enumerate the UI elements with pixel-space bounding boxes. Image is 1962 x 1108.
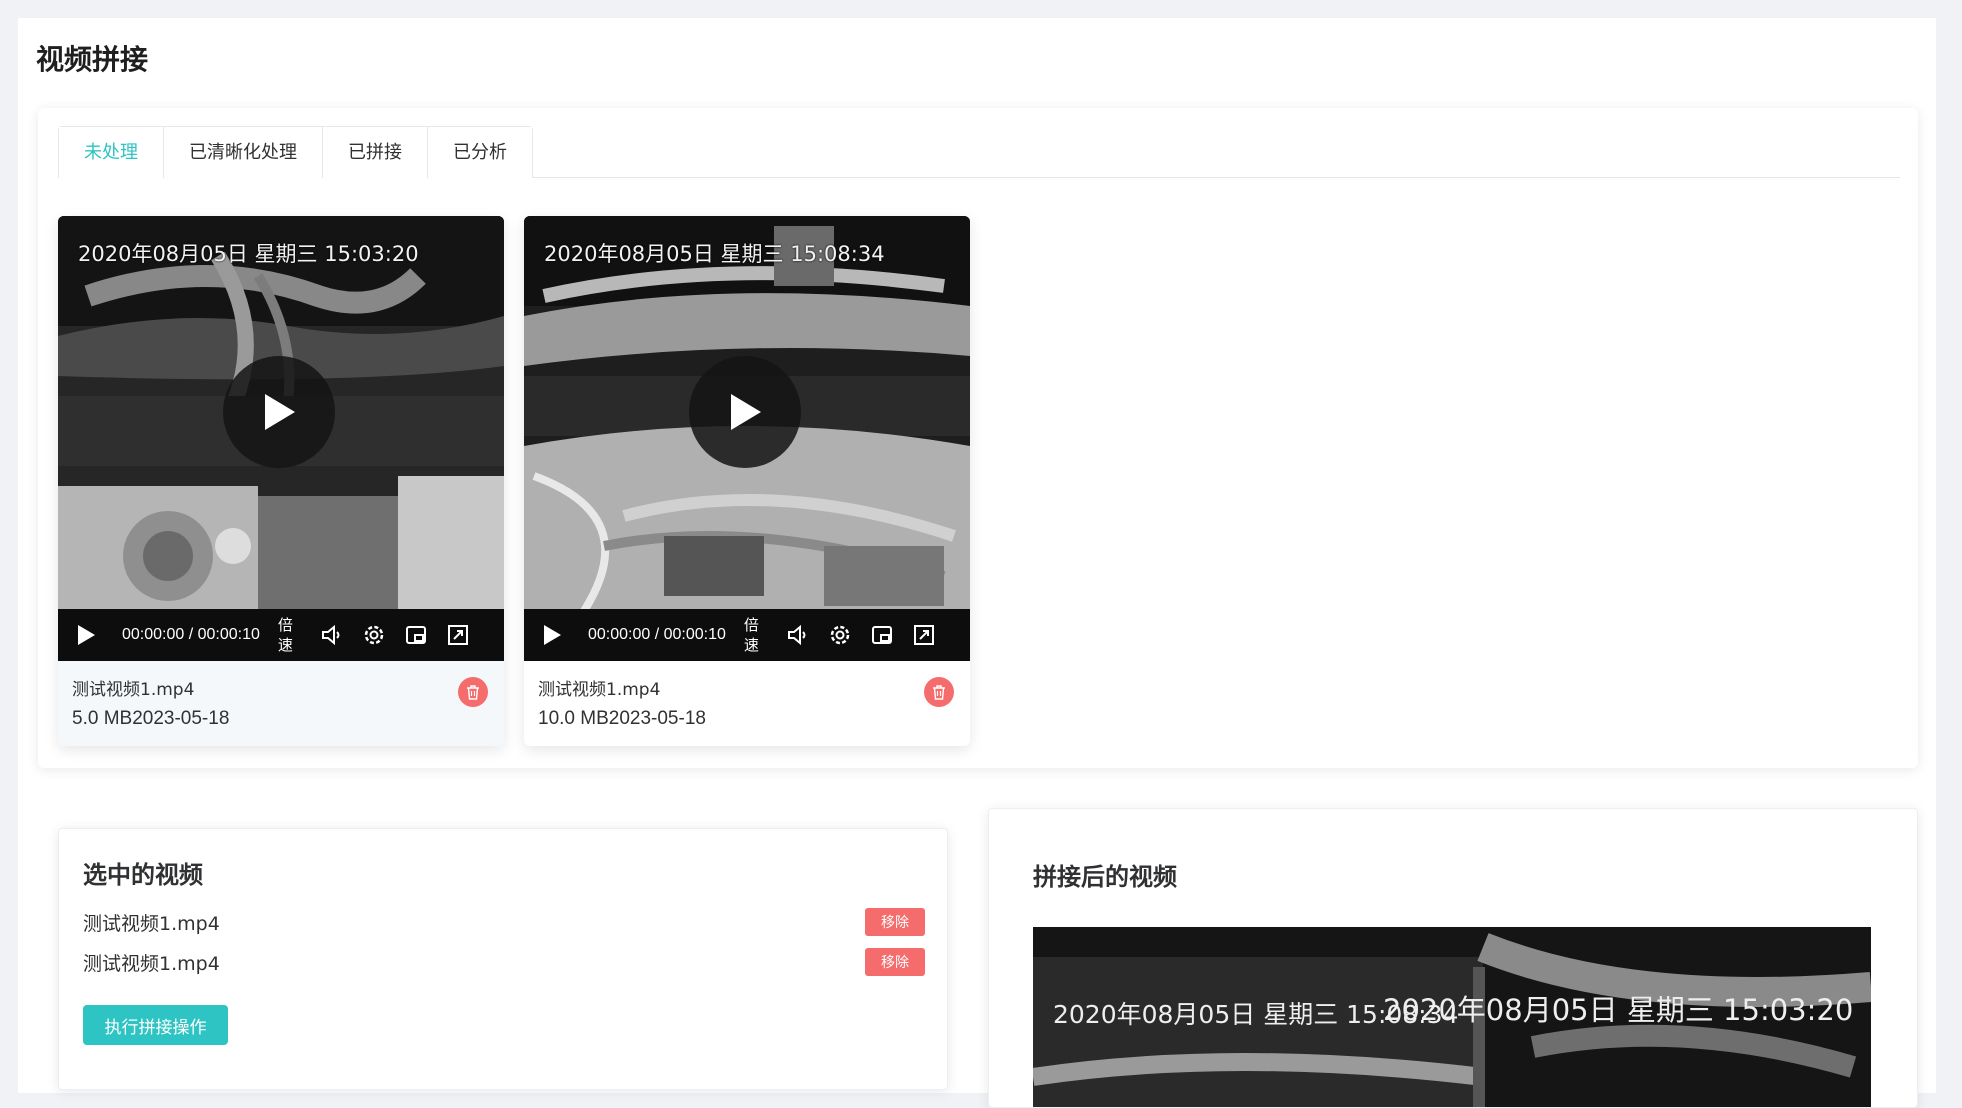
video-card: 2020年08月05日 星期三 15:08:34 00:00:00 / 00:0…: [524, 216, 970, 746]
delete-icon: [467, 684, 479, 700]
selected-videos-title: 选中的视频: [83, 861, 203, 889]
playback-speed-button[interactable]: 倍速: [744, 615, 762, 655]
time-display: 00:00:00 / 00:00:10: [588, 626, 726, 643]
tab-unprocessed[interactable]: 未处理: [59, 127, 163, 179]
volume-icon[interactable]: [318, 621, 346, 649]
big-play-button[interactable]: [223, 356, 335, 468]
video-controls: 00:00:00 / 00:00:10 倍速: [524, 609, 970, 661]
page-title: 视频拼接: [36, 43, 149, 76]
video-file-name: 测试视频1.mp4: [72, 680, 195, 700]
video-card-list: 2020年08月05日 星期三 15:03:20 00:00:00 / 00:0…: [58, 216, 970, 746]
play-icon[interactable]: [538, 621, 566, 649]
play-icon: [731, 394, 761, 430]
delete-icon: [933, 684, 945, 700]
video-timestamp-overlay: 2020年08月05日 星期三 15:03:20: [78, 242, 419, 266]
selected-video-name: 测试视频1.mp4: [83, 912, 220, 935]
tab-list: 未处理 已清晰化处理 已拼接 已分析: [58, 126, 533, 179]
fullscreen-icon[interactable]: [910, 621, 938, 649]
picture-in-picture-icon[interactable]: [402, 621, 430, 649]
tab-stitched[interactable]: 已拼接: [322, 127, 427, 178]
video-card-info: 测试视频1.mp4 5.0 MB2023-05-18: [58, 661, 504, 744]
remove-button[interactable]: 移除: [865, 908, 925, 936]
video-file-name: 测试视频1.mp4: [538, 680, 661, 700]
tabs-card: 未处理 已清晰化处理 已拼接 已分析 2020年08月05日 星期三 15:03…: [38, 108, 1918, 768]
delete-button[interactable]: [924, 677, 954, 707]
selected-video-row: 测试视频1.mp4 移除: [83, 947, 925, 977]
stitched-video-player[interactable]: 2020年08月05日 星期三 15:08:34 2020年08月05日 星期三…: [1033, 927, 1871, 1107]
page-container: 视频拼接 未处理 已清晰化处理 已拼接 已分析 2020年08月05日 星期三 …: [18, 18, 1936, 1108]
delete-button[interactable]: [458, 677, 488, 707]
tab-enhanced[interactable]: 已清晰化处理: [163, 127, 322, 178]
video-player[interactable]: 2020年08月05日 星期三 15:08:34 00:00:00 / 00:0…: [524, 216, 970, 661]
remove-button[interactable]: 移除: [865, 948, 925, 976]
volume-icon[interactable]: [784, 621, 812, 649]
settings-icon[interactable]: [360, 621, 388, 649]
play-icon: [265, 394, 295, 430]
video-file-meta: 10.0 MB2023-05-18: [538, 708, 706, 729]
tab-analyzed[interactable]: 已分析: [427, 127, 532, 178]
time-display: 00:00:00 / 00:00:10: [122, 626, 260, 643]
selected-video-name: 测试视频1.mp4: [83, 952, 220, 975]
playback-speed-button[interactable]: 倍速: [278, 615, 296, 655]
stitched-video-card: 拼接后的视频 2020年08月05日 星期三 15:08:34 2020年08月…: [988, 808, 1918, 1108]
video-controls: 00:00:00 / 00:00:10 倍速: [58, 609, 504, 661]
video-card-info: 测试视频1.mp4 10.0 MB2023-05-18: [524, 661, 970, 744]
selected-videos-card: 选中的视频 测试视频1.mp4 移除 测试视频1.mp4 移除 执行拼接操作: [58, 828, 948, 1090]
video-timestamp-overlay: 2020年08月05日 星期三 15:08:34: [544, 242, 885, 266]
play-icon[interactable]: [72, 621, 100, 649]
tabs-header: 未处理 已清晰化处理 已拼接 已分析: [58, 126, 1900, 179]
settings-icon[interactable]: [826, 621, 854, 649]
fullscreen-icon[interactable]: [444, 621, 472, 649]
execute-stitch-button[interactable]: 执行拼接操作: [83, 1005, 228, 1045]
video-file-meta: 5.0 MB2023-05-18: [72, 708, 230, 729]
picture-in-picture-icon[interactable]: [868, 621, 896, 649]
stitched-timestamp-right: 2020年08月05日 星期三 15:03:20: [1383, 993, 1854, 1027]
big-play-button[interactable]: [689, 356, 801, 468]
video-card: 2020年08月05日 星期三 15:03:20 00:00:00 / 00:0…: [58, 216, 504, 746]
stitched-video-title: 拼接后的视频: [1033, 863, 1177, 891]
video-player[interactable]: 2020年08月05日 星期三 15:03:20 00:00:00 / 00:0…: [58, 216, 504, 661]
selected-video-row: 测试视频1.mp4 移除: [83, 907, 925, 937]
